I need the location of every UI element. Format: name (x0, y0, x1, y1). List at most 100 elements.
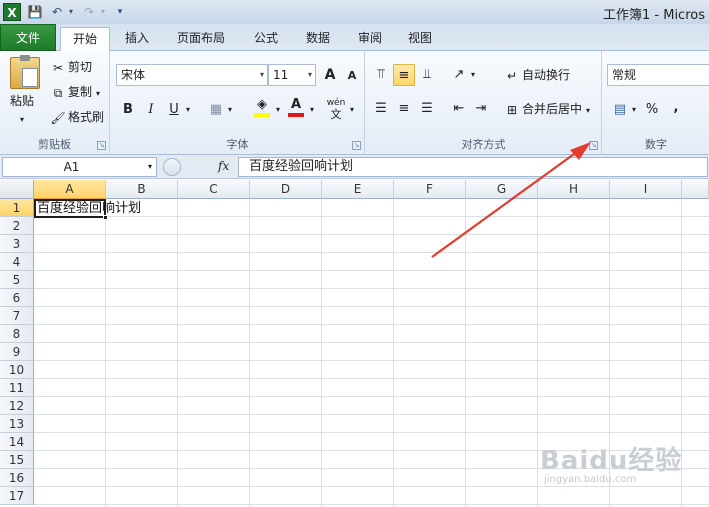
row-header-11[interactable]: 11 (0, 379, 34, 397)
save-icon[interactable]: 💾 (26, 3, 44, 21)
cut-button[interactable]: ✂ 剪切 (50, 58, 92, 76)
bold-button[interactable]: B (117, 99, 139, 121)
column-header-a[interactable]: A (34, 180, 106, 199)
accounting-format-icon[interactable]: ▤ (609, 99, 631, 121)
undo-icon[interactable]: ↶ (48, 3, 66, 21)
number-format-select[interactable]: 常规 (607, 64, 709, 86)
orientation-dropdown-icon[interactable]: ▾ (468, 64, 478, 86)
format-painter-button[interactable]: 🖌 格式刷 (50, 108, 104, 126)
column-header-d[interactable]: D (250, 180, 322, 199)
align-middle-icon[interactable]: ≡ (393, 64, 415, 86)
column-header-c[interactable]: C (178, 180, 250, 199)
merge-center-button[interactable]: ⊞ 合并后居中 ▾ (504, 100, 590, 120)
italic-button[interactable]: I (140, 99, 162, 121)
clipboard-dialog-launcher[interactable]: ↘ (97, 141, 106, 150)
undo-dropdown-icon[interactable]: ▾ (66, 3, 76, 21)
row-header-7[interactable]: 7 (0, 307, 34, 325)
row-header-4[interactable]: 4 (0, 253, 34, 271)
gridline (34, 306, 709, 307)
tab-file[interactable]: 文件 (0, 24, 56, 51)
row-header-5[interactable]: 5 (0, 271, 34, 289)
comma-style-button[interactable]: , (665, 97, 687, 119)
font-color-button[interactable]: A (285, 97, 307, 119)
percent-style-button[interactable]: % (641, 99, 663, 121)
row-header-13[interactable]: 13 (0, 415, 34, 433)
tab-insert[interactable]: 插入 (114, 27, 160, 51)
row-header-8[interactable]: 8 (0, 325, 34, 343)
tab-page-layout[interactable]: 页面布局 (168, 27, 234, 51)
font-dialog-launcher[interactable]: ↘ (352, 141, 361, 150)
increase-indent-icon[interactable]: ⇥ (470, 98, 492, 120)
name-box[interactable]: A1 ▾ (2, 157, 157, 177)
name-box-dropdown-icon[interactable]: ▾ (148, 158, 152, 176)
row-header-15[interactable]: 15 (0, 451, 34, 469)
column-header-f[interactable]: F (394, 180, 466, 199)
tab-view[interactable]: 视图 (398, 27, 442, 51)
accounting-dropdown-icon[interactable]: ▾ (629, 99, 639, 121)
phonetic-dropdown-icon[interactable]: ▾ (347, 99, 357, 121)
align-left-icon[interactable]: ☰ (370, 98, 392, 120)
row-header-16[interactable]: 16 (0, 469, 34, 487)
column-header-g[interactable]: G (466, 180, 538, 199)
clipboard-group-label: 剪贴板 (38, 138, 71, 151)
phonetic-guide-button[interactable]: wén 文 (325, 97, 347, 121)
border-icon[interactable]: ▦ (205, 99, 227, 121)
select-all-corner[interactable] (0, 180, 34, 199)
gridline (34, 360, 709, 361)
row-header-17[interactable]: 17 (0, 487, 34, 505)
fill-color-dropdown-icon[interactable]: ▾ (273, 99, 283, 121)
formula-input[interactable]: 百度经验回响计划 (238, 157, 708, 177)
column-header-e[interactable]: E (322, 180, 394, 199)
row-header-3[interactable]: 3 (0, 235, 34, 253)
font-color-dropdown-icon[interactable]: ▾ (307, 99, 317, 121)
paste-dropdown-icon[interactable]: ▾ (20, 111, 24, 129)
redo-icon[interactable]: ↷ (80, 3, 98, 21)
column-header-h[interactable]: H (538, 180, 610, 199)
merge-cells-icon: ⊞ (506, 102, 518, 117)
row-header-12[interactable]: 12 (0, 397, 34, 415)
row-header-2[interactable]: 2 (0, 217, 34, 235)
align-bottom-icon[interactable]: ⫫ (416, 64, 438, 86)
copy-button[interactable]: ⧉ 复制 ▾ (50, 83, 100, 103)
cell-a1-text: 百度经验回响计划 (37, 201, 142, 216)
wrap-text-button[interactable]: ↵ 自动换行 (504, 66, 570, 84)
paste-icon[interactable] (10, 55, 40, 89)
underline-dropdown-icon[interactable]: ▾ (183, 99, 193, 121)
paste-button[interactable]: 粘贴 (10, 92, 34, 110)
grow-font-button[interactable]: A (319, 64, 341, 86)
watermark-brand: Baidu经验 (540, 446, 683, 476)
align-top-icon[interactable]: ⫪ (370, 64, 392, 86)
number-group: 常规 ▤ ▾ % , 数字 (603, 51, 709, 155)
column-header-b[interactable]: B (106, 180, 178, 199)
row-header-9[interactable]: 9 (0, 343, 34, 361)
formula-bar-resize-handle[interactable] (163, 158, 181, 176)
border-dropdown-icon[interactable]: ▾ (225, 99, 235, 121)
row-header-10[interactable]: 10 (0, 361, 34, 379)
gridline (34, 396, 709, 397)
insert-function-button[interactable]: fx (218, 159, 229, 173)
row-header-6[interactable]: 6 (0, 289, 34, 307)
column-header-i[interactable]: I (610, 180, 682, 199)
underline-button[interactable]: U (163, 99, 185, 121)
tab-home[interactable]: 开始 (60, 27, 110, 52)
customize-quick-access-icon[interactable]: ▾ (114, 3, 126, 21)
font-name-select[interactable]: 宋体 ▾ (116, 64, 268, 86)
gridline (34, 414, 709, 415)
tab-formulas[interactable]: 公式 (244, 27, 288, 51)
row-header-1[interactable]: 1 (0, 199, 34, 217)
column-header-partial[interactable] (682, 180, 709, 199)
fill-color-icon[interactable]: ◈ (251, 97, 273, 119)
row-header-14[interactable]: 14 (0, 433, 34, 451)
font-size-select[interactable]: 11 ▾ (268, 64, 316, 86)
shrink-font-button[interactable]: A (341, 65, 363, 87)
alignment-dialog-launcher[interactable]: ↘ (589, 141, 598, 150)
tab-data[interactable]: 数据 (296, 27, 340, 51)
align-right-icon[interactable]: ☰ (416, 98, 438, 120)
orientation-icon[interactable]: ↗ (448, 64, 470, 86)
gridline (393, 199, 394, 507)
decrease-indent-icon[interactable]: ⇤ (448, 98, 470, 120)
align-center-icon[interactable]: ≡ (393, 98, 415, 120)
redo-dropdown-icon[interactable]: ▾ (98, 3, 108, 21)
tab-review[interactable]: 审阅 (348, 27, 392, 51)
watermark-url: jingyan.baidu.com (544, 474, 637, 485)
